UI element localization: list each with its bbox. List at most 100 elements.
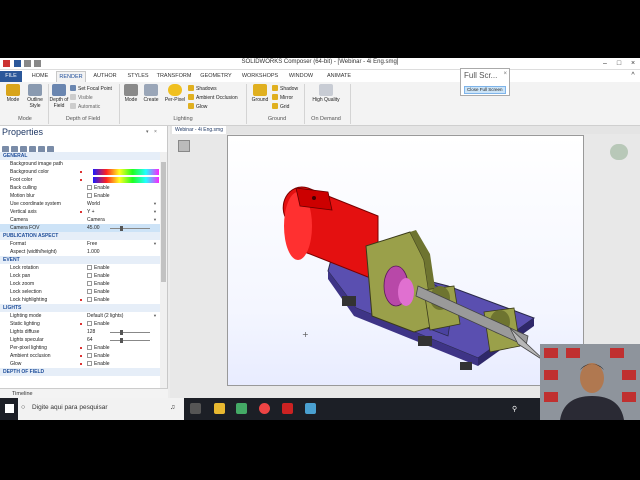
set-focal-point-button[interactable]: Set Focal Point: [70, 85, 112, 93]
scrollbar-thumb[interactable]: [161, 162, 166, 282]
network-icon[interactable]: ⚲: [512, 405, 517, 413]
property-value[interactable]: 45.00: [87, 224, 100, 232]
per-pixel-button[interactable]: Per-Pixel: [164, 84, 186, 103]
property-value[interactable]: 1.000: [87, 248, 100, 256]
tab-workshops[interactable]: WORKSHOPS: [238, 71, 282, 82]
property-section-header[interactable]: DEPTH OF FIELD: [0, 368, 160, 376]
property-row[interactable]: Camera Camera ▼: [0, 216, 160, 224]
app-icon[interactable]: [236, 403, 247, 414]
chrome-icon[interactable]: [259, 403, 270, 414]
slider-thumb[interactable]: [120, 338, 123, 343]
timeline-bar[interactable]: Timeline: [0, 388, 168, 398]
checkbox[interactable]: [87, 353, 92, 358]
checkbox[interactable]: [87, 185, 92, 190]
property-value[interactable]: Enable: [87, 184, 110, 192]
composer-icon[interactable]: [305, 403, 316, 414]
depth-of-field-button[interactable]: Depth of Field: [49, 84, 69, 109]
property-row[interactable]: Glow Enable: [0, 360, 160, 368]
3d-viewport[interactable]: +: [227, 135, 584, 386]
property-value[interactable]: Y +: [87, 208, 95, 216]
create-light-button[interactable]: Create: [141, 84, 161, 103]
property-row[interactable]: Lock rotation Enable: [0, 264, 160, 272]
undo-icon[interactable]: [24, 60, 31, 67]
property-row[interactable]: Lock zoom Enable: [0, 280, 160, 288]
property-value[interactable]: Camera: [87, 216, 105, 224]
tab-window[interactable]: WINDOW: [284, 71, 318, 82]
checkbox[interactable]: [87, 345, 92, 350]
property-row[interactable]: Lights diffuse 128: [0, 328, 160, 336]
slider-thumb[interactable]: [120, 330, 123, 335]
property-value[interactable]: Enable: [87, 272, 110, 280]
task-view-icon[interactable]: [190, 403, 201, 414]
ribbon-collapse-icon[interactable]: ^: [626, 70, 640, 82]
close-icon[interactable]: ×: [626, 58, 640, 70]
value-slider[interactable]: [110, 226, 150, 231]
color-picker[interactable]: [93, 169, 159, 175]
checkbox[interactable]: [87, 289, 92, 294]
property-row[interactable]: Format Free ▼: [0, 240, 160, 248]
checkbox[interactable]: [87, 273, 92, 278]
checkbox[interactable]: [87, 297, 92, 302]
property-value[interactable]: 64: [87, 336, 93, 344]
property-row[interactable]: Lock highlighting Enable: [0, 296, 160, 304]
properties-scrollbar[interactable]: [160, 152, 167, 398]
property-row[interactable]: Back culling Enable: [0, 184, 160, 192]
tab-author[interactable]: AUTHOR: [90, 71, 120, 82]
property-row[interactable]: Ambient occlusion Enable: [0, 352, 160, 360]
property-value[interactable]: Enable: [87, 344, 110, 352]
close-icon[interactable]: ×: [154, 129, 157, 135]
property-value[interactable]: Default (2 lights): [87, 312, 123, 320]
outline-style-button[interactable]: Outline Style: [24, 84, 46, 109]
chevron-down-icon[interactable]: ▼: [153, 240, 157, 248]
property-value[interactable]: World: [87, 200, 100, 208]
property-row[interactable]: Lock pan Enable: [0, 272, 160, 280]
minimize-icon[interactable]: –: [598, 58, 612, 70]
property-row[interactable]: Background color: [0, 168, 160, 176]
checkbox[interactable]: [87, 361, 92, 366]
shadows-toggle[interactable]: Shadows: [188, 85, 217, 93]
property-row[interactable]: Lights specular 64: [0, 336, 160, 344]
navigation-cube-icon[interactable]: [610, 144, 628, 160]
file-explorer-icon[interactable]: [214, 403, 225, 414]
taskbar-search[interactable]: ○ Digite aqui para pesquisar ♫: [18, 398, 184, 420]
tab-home[interactable]: HOME: [27, 71, 53, 82]
tab-animate[interactable]: ANIMATE: [320, 71, 358, 82]
property-value[interactable]: Enable: [87, 320, 110, 328]
ground-shadow-toggle[interactable]: Shadow: [272, 85, 298, 93]
pin-icon[interactable]: ▾: [146, 129, 149, 135]
property-value[interactable]: Enable: [87, 288, 110, 296]
close-full-screen-button[interactable]: Close Full Screen: [464, 86, 506, 94]
tab-styles[interactable]: STYLES: [124, 71, 152, 82]
chevron-down-icon[interactable]: ▼: [153, 208, 157, 216]
property-value[interactable]: Free: [87, 240, 97, 248]
tab-transform[interactable]: TRANSFORM: [154, 71, 194, 82]
document-tab[interactable]: Webinar - 4i Eng.smg: [172, 126, 226, 134]
property-value[interactable]: 128: [87, 328, 95, 336]
dof-visible-toggle[interactable]: Visible: [70, 94, 93, 102]
ground-button[interactable]: Ground: [248, 84, 272, 103]
close-icon[interactable]: ×: [503, 71, 507, 77]
property-row[interactable]: Per-pixel lighting Enable: [0, 344, 160, 352]
chevron-down-icon[interactable]: ▼: [153, 216, 157, 224]
render-mode-button[interactable]: Mode: [2, 84, 24, 103]
dof-automatic-toggle[interactable]: Automatic: [70, 103, 100, 111]
save-icon[interactable]: [14, 60, 21, 67]
property-value[interactable]: Enable: [87, 192, 110, 200]
property-value[interactable]: Enable: [87, 296, 110, 304]
property-row[interactable]: Aspect (width/height) 1.000: [0, 248, 160, 256]
property-row[interactable]: Vertical axis Y + ▼: [0, 208, 160, 216]
windows-start-icon[interactable]: [5, 404, 14, 413]
color-picker[interactable]: [93, 177, 159, 183]
property-section-header[interactable]: EVENT: [0, 256, 160, 264]
property-value[interactable]: Enable: [87, 360, 110, 368]
property-row[interactable]: Background image path: [0, 160, 160, 168]
checkbox[interactable]: [87, 265, 92, 270]
property-row[interactable]: Foot color: [0, 176, 160, 184]
property-value[interactable]: Enable: [87, 352, 110, 360]
tab-geometry[interactable]: GEOMETRY: [198, 71, 234, 82]
chevron-down-icon[interactable]: ▼: [153, 312, 157, 320]
redo-icon[interactable]: [34, 60, 41, 67]
property-row[interactable]: Use coordinate system World ▼: [0, 200, 160, 208]
property-section-header[interactable]: GENERAL: [0, 152, 160, 160]
property-section-header[interactable]: LIGHTS: [0, 304, 160, 312]
